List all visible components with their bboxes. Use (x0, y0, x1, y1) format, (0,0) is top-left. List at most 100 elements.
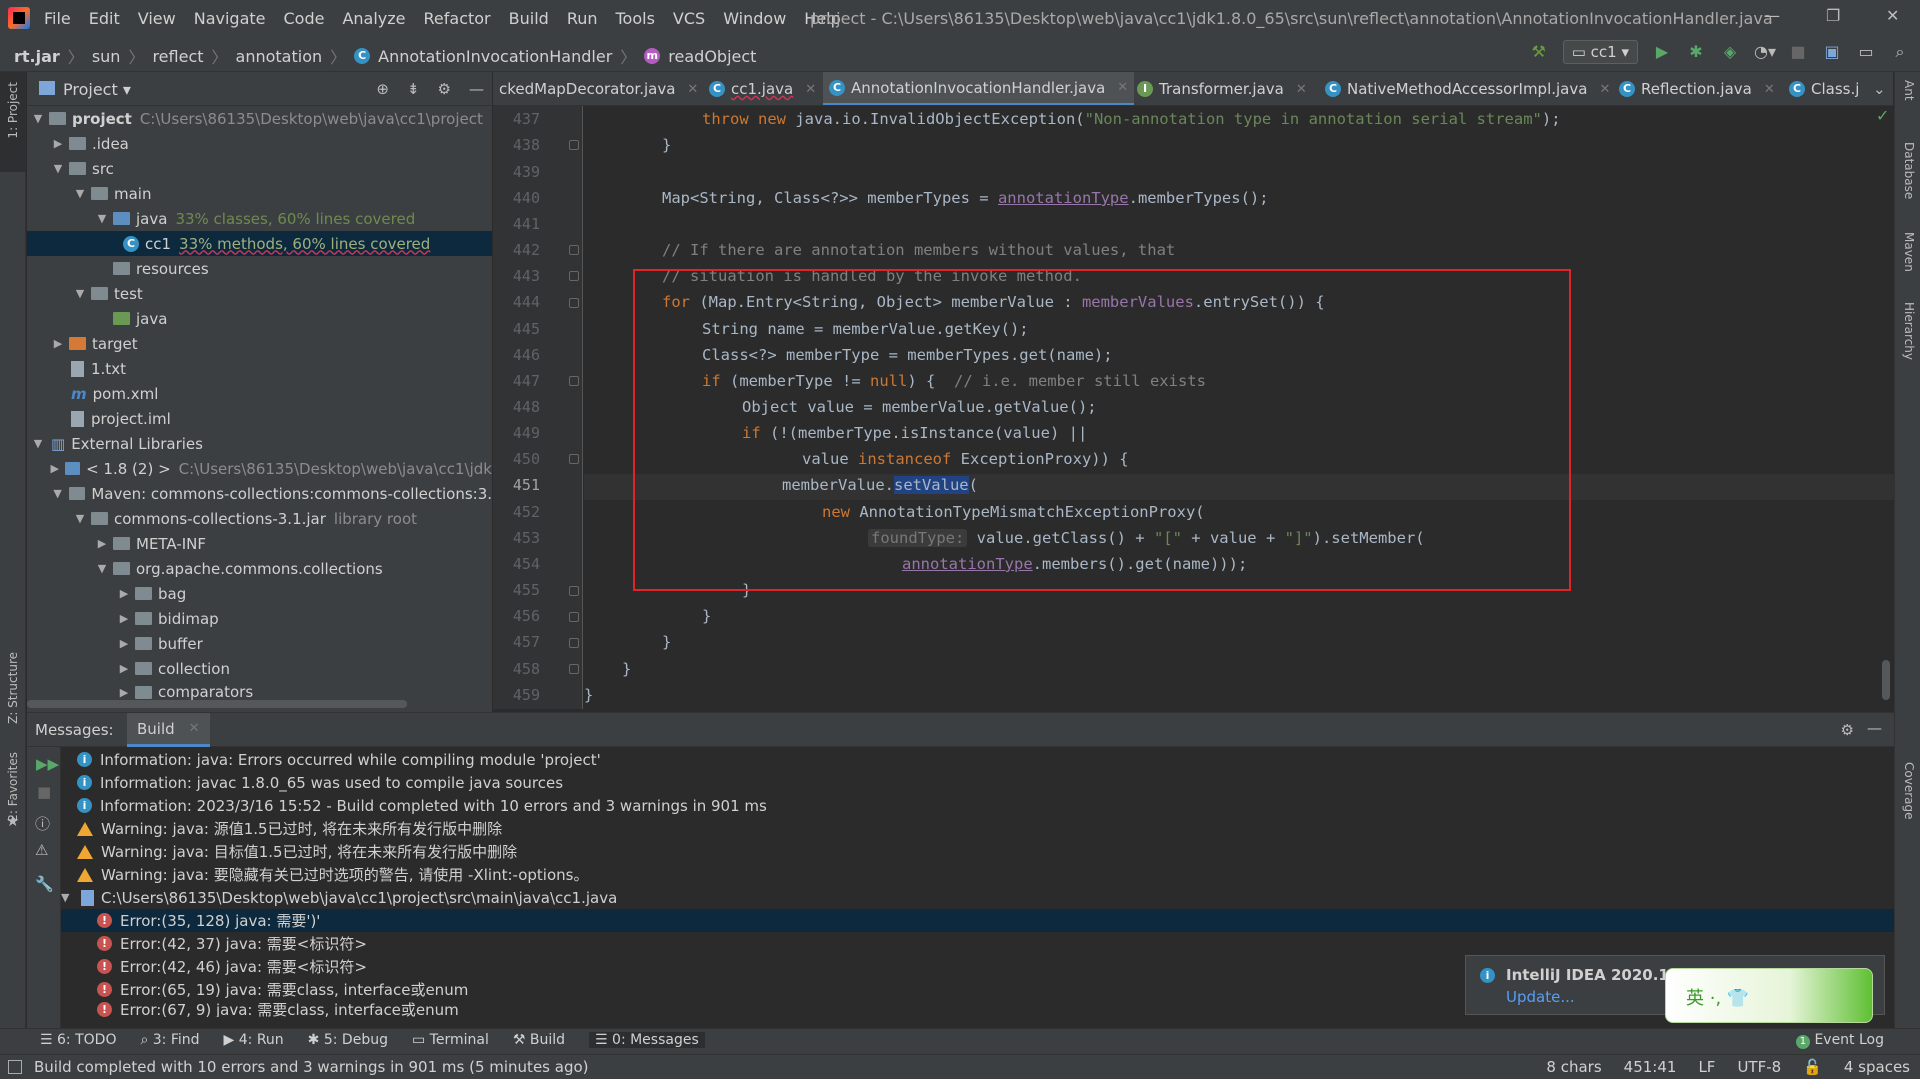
menu-navigate[interactable]: Navigate (194, 9, 266, 28)
close-icon[interactable]: ✕ (1764, 82, 1775, 97)
project-stripe-button[interactable]: 1: Project (0, 72, 26, 172)
menu-view[interactable]: View (138, 9, 176, 28)
toggle-tool-windows-icon[interactable] (8, 1060, 22, 1074)
message-row[interactable]: Warning: java: 目标值1.5已过时, 将在未来所有发行版中删除 (61, 840, 1894, 863)
fold-marker-icon[interactable] (569, 298, 579, 308)
profile-icon[interactable]: ◔▾ (1754, 42, 1776, 62)
tree-item-test[interactable]: ▼ test (27, 281, 492, 306)
tree-item-1txt[interactable]: 1.txt (27, 356, 492, 381)
fold-marker-icon[interactable] (569, 664, 579, 674)
rerun-icon[interactable]: ▶▶ (36, 755, 59, 773)
gear-icon[interactable]: ⚙ (438, 80, 451, 98)
message-row[interactable]: Warning: java: 要隐藏有关已过时选项的警告, 请使用 -Xlint… (61, 863, 1894, 886)
menu-analyze[interactable]: Analyze (342, 9, 405, 28)
run-config-select[interactable]: ▭ cc1 ▾ (1562, 40, 1638, 64)
minimize-icon[interactable]: — (1764, 6, 1780, 25)
ime-toolbar[interactable]: 英 ·, 👕 (1665, 968, 1873, 1023)
tabs-overflow-chevron-icon[interactable]: ⌄ (1873, 80, 1886, 98)
crumb-reflect[interactable]: reflect (152, 47, 203, 66)
menu-window[interactable]: Window (723, 9, 786, 28)
ant-stripe-button[interactable]: Ant (1902, 80, 1916, 101)
tree-item-resources[interactable]: resources (27, 256, 492, 281)
fold-marker-icon[interactable] (569, 140, 579, 150)
search-icon[interactable]: ⌕ (1890, 42, 1910, 62)
tree-item-pom[interactable]: m pom.xml (27, 381, 492, 406)
fold-marker-icon[interactable] (569, 612, 579, 622)
stop-icon[interactable]: ■ (1788, 42, 1808, 62)
menu-file[interactable]: File (44, 9, 71, 28)
crumb-class[interactable]: AnnotationInvocationHandler (378, 47, 612, 66)
menu-vcs[interactable]: VCS (673, 9, 705, 28)
coverage-stripe-button[interactable]: Coverage (1902, 762, 1916, 820)
tree-item-maven-lib[interactable]: ▼ Maven: commons-collections:commons-coll… (27, 481, 492, 506)
menu-run[interactable]: Run (567, 9, 598, 28)
project-view-select[interactable]: Project ▾ (63, 80, 131, 99)
fold-marker-icon[interactable] (569, 638, 579, 648)
menu-code[interactable]: Code (284, 9, 325, 28)
debug-tool-button[interactable]: ✱ 5: Debug (308, 1032, 388, 1048)
close-icon[interactable]: ✕ (1296, 82, 1307, 97)
tab-reflection[interactable]: C Reflection.java ✕ (1613, 72, 1781, 105)
message-row[interactable]: i Information: 2023/3/16 15:52 - Build co… (61, 794, 1894, 817)
tree-item-external-libraries[interactable]: ▼ ▥ External Libraries (27, 431, 492, 456)
hide-icon[interactable]: — (469, 80, 484, 98)
coverage-icon[interactable]: ◈ (1720, 42, 1740, 62)
message-row[interactable]: i Information: javac 1.8.0_65 was used to… (61, 771, 1894, 794)
tree-item-collection[interactable]: ▶ collection (27, 656, 492, 681)
run-tool-button[interactable]: ▶ 4: Run (224, 1032, 284, 1048)
tab-class[interactable]: C Class.j (1783, 72, 1865, 105)
menu-build[interactable]: Build (509, 9, 549, 28)
warning-filter-icon[interactable]: ⚠ (35, 841, 48, 859)
crumb-annotation[interactable]: annotation (236, 47, 323, 66)
tree-item-target[interactable]: ▶ target (27, 331, 492, 356)
info-filter-icon[interactable]: ⓘ (35, 813, 50, 834)
find-tool-button[interactable]: ⌕ 3: Find (140, 1032, 199, 1048)
close-icon[interactable]: ✕ (189, 721, 200, 736)
database-stripe-button[interactable]: Database (1902, 142, 1916, 199)
tree-item-idea[interactable]: ▶ .idea (27, 131, 492, 156)
tab-linked-map-decorator[interactable]: ckedMapDecorator.java ✕ (493, 72, 704, 105)
editor-scrollbar[interactable] (1882, 660, 1890, 700)
close-icon[interactable]: ✕ (805, 82, 816, 97)
build-hammer-icon[interactable]: ⚒ (1529, 42, 1549, 62)
todo-tool-button[interactable]: ☰ 6: TODO (40, 1032, 116, 1048)
tab-transformer[interactable]: I Transformer.java ✕ (1131, 72, 1313, 105)
expand-arrow-icon[interactable]: ▼ (61, 891, 75, 904)
menu-refactor[interactable]: Refactor (424, 9, 491, 28)
message-row[interactable]: ! Error:(42, 37) java: 需要<标识符> (61, 932, 1894, 955)
menu-edit[interactable]: Edit (89, 9, 120, 28)
tree-item-src[interactable]: ▼ src (27, 156, 492, 181)
file-encoding[interactable]: UTF-8 (1737, 1058, 1781, 1076)
indent-setting[interactable]: 4 spaces (1844, 1058, 1910, 1076)
message-row[interactable]: ! Error:(35, 128) java: 需要')' (61, 909, 1894, 932)
wrench-icon[interactable]: 🔧 (35, 875, 54, 893)
fold-marker-icon[interactable] (569, 376, 579, 386)
tree-item-buffer[interactable]: ▶ buffer (27, 631, 492, 656)
fold-marker-icon[interactable] (569, 271, 579, 281)
gear-icon[interactable]: ⚙ (1841, 721, 1854, 739)
line-separator[interactable]: LF (1698, 1058, 1715, 1076)
update-link[interactable]: Update... (1506, 988, 1575, 1006)
tab-native-method-accessor[interactable]: C NativeMethodAccessorImpl.java ✕ (1319, 72, 1616, 105)
tree-item-java-test[interactable]: java (27, 306, 492, 331)
close-icon[interactable]: ✕ (1117, 80, 1128, 95)
tab-annotation-invocation-handler[interactable]: C AnnotationInvocationHandler.java ✕ (823, 72, 1135, 105)
structure-stripe-button[interactable]: Z: Structure (6, 652, 20, 724)
tree-item-jar[interactable]: ▼ commons-collections-3.1.jar library root (27, 506, 492, 531)
restore-icon[interactable]: ❐ (1826, 6, 1840, 25)
crumb-method[interactable]: readObject (668, 47, 756, 66)
tree-item-jdk[interactable]: ▶ < 1.8 (2) > C:\Users\86135\Desktop\web\j… (27, 456, 492, 481)
crumb-sun[interactable]: sun (92, 47, 121, 66)
tree-item-package[interactable]: ▼ org.apache.commons.collections (27, 556, 492, 581)
tree-item-java-main[interactable]: ▼ java 33% classes, 60% lines covered (27, 206, 492, 231)
hierarchy-stripe-button[interactable]: Hierarchy (1902, 302, 1916, 360)
maven-stripe-button[interactable]: Maven (1902, 232, 1916, 272)
tree-item-meta-inf[interactable]: ▶ META-INF (27, 531, 492, 556)
close-icon[interactable]: ✕ (1886, 6, 1899, 25)
lock-icon[interactable]: 🔓 (1803, 1058, 1822, 1076)
tree-item-cc1[interactable]: Ccc1 33% methods, 60% lines covered (27, 231, 492, 256)
collapse-all-icon[interactable]: ⇟ (407, 80, 420, 98)
run-icon[interactable]: ▶ (1652, 42, 1672, 62)
tree-item-bidimap[interactable]: ▶ bidimap (27, 606, 492, 631)
message-file-row[interactable]: ▼ C:\Users\86135\Desktop\web\java\cc1\pro… (61, 886, 1894, 909)
